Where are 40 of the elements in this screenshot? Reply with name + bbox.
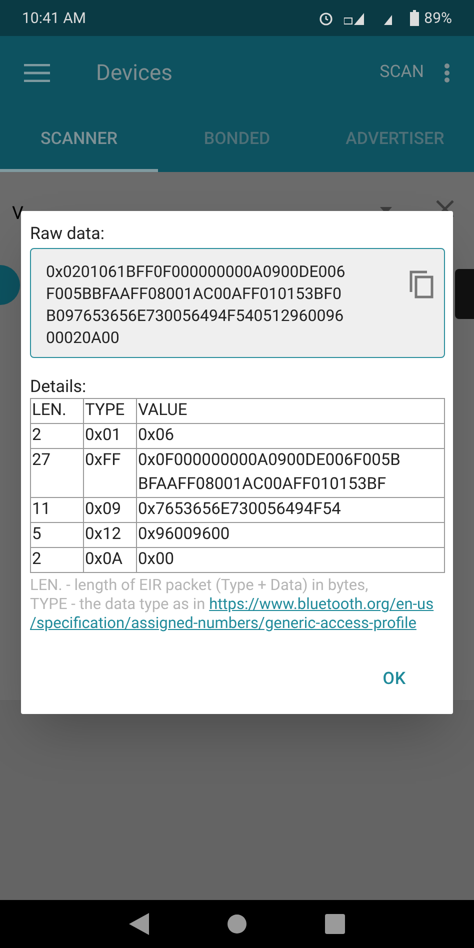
- clock-time: 10:41 AM: [22, 8, 86, 29]
- specification-link[interactable]: https://www.bluetooth.org/en-us: [209, 595, 434, 613]
- ok-button[interactable]: OK: [378, 663, 410, 696]
- table-cell: 0x09: [84, 498, 136, 522]
- back-icon[interactable]: [129, 913, 149, 935]
- screen-title: Devices: [96, 60, 173, 88]
- battery-level: 89%: [424, 8, 452, 29]
- table-cell: 0x00: [136, 548, 444, 572]
- home-icon[interactable]: [227, 914, 247, 934]
- table-cell: 0x01: [84, 424, 136, 448]
- table-cell: 0x96009600: [136, 522, 444, 548]
- column-header: VALUE: [136, 398, 444, 424]
- raw-data-text: 0x0201061BFF0F000000000A0900DE006 F005BBFAAFF08001AC00AFF010153BF0 B097653656E730056494F540512960096 00020A00: [46, 261, 346, 349]
- table-cell: 0xFF: [84, 448, 136, 498]
- menu-icon[interactable]: [24, 64, 50, 82]
- table-cell: 0x7653656E730056494F54: [136, 498, 444, 522]
- scan-button[interactable]: SCAN: [380, 60, 424, 86]
- table-cell: 5: [30, 522, 84, 548]
- list-item-background: [455, 269, 474, 319]
- details-heading: Details:: [30, 376, 88, 398]
- legend-text: LEN. - length of EIR packet (Type + Data) in bytes, TYPE - the data type as in https://www.bluetooth.org/en-us /specification/assigned-numbers/generic-access-profile: [30, 576, 435, 633]
- table-cell: 0x0A: [84, 548, 136, 572]
- table-cell: 11: [30, 498, 84, 522]
- copy-icon[interactable]: [408, 269, 434, 299]
- alarm-icon: [318, 10, 334, 26]
- dialog-heading: Raw data:: [30, 223, 106, 245]
- column-header: TYPE: [84, 398, 136, 424]
- raw-data-field[interactable]: 0x0201061BFF0F000000000A0900DE006 F005BBFAAFF08001AC00AFF010153BF0 B097653656E730056494F540512960096 00020A00: [30, 248, 445, 358]
- table-cell: 0x0F000000000A0900DE006F005B BFAAFF08001AC00AFF010153BF: [136, 448, 444, 498]
- specification-link[interactable]: /specification/assigned-numbers/generic-access-profile: [30, 614, 416, 632]
- battery-icon: [410, 10, 420, 26]
- device-avatar-icon: [0, 265, 20, 305]
- more-options-icon[interactable]: [444, 63, 450, 83]
- table-cell: 2: [30, 548, 84, 572]
- table-cell: 2: [30, 424, 84, 448]
- table-cell: 0x06: [136, 424, 444, 448]
- column-header: LEN.: [30, 398, 84, 424]
- table-cell: 0x12: [84, 522, 136, 548]
- table-cell: 27: [30, 448, 84, 498]
- filter-text: V: [12, 202, 24, 226]
